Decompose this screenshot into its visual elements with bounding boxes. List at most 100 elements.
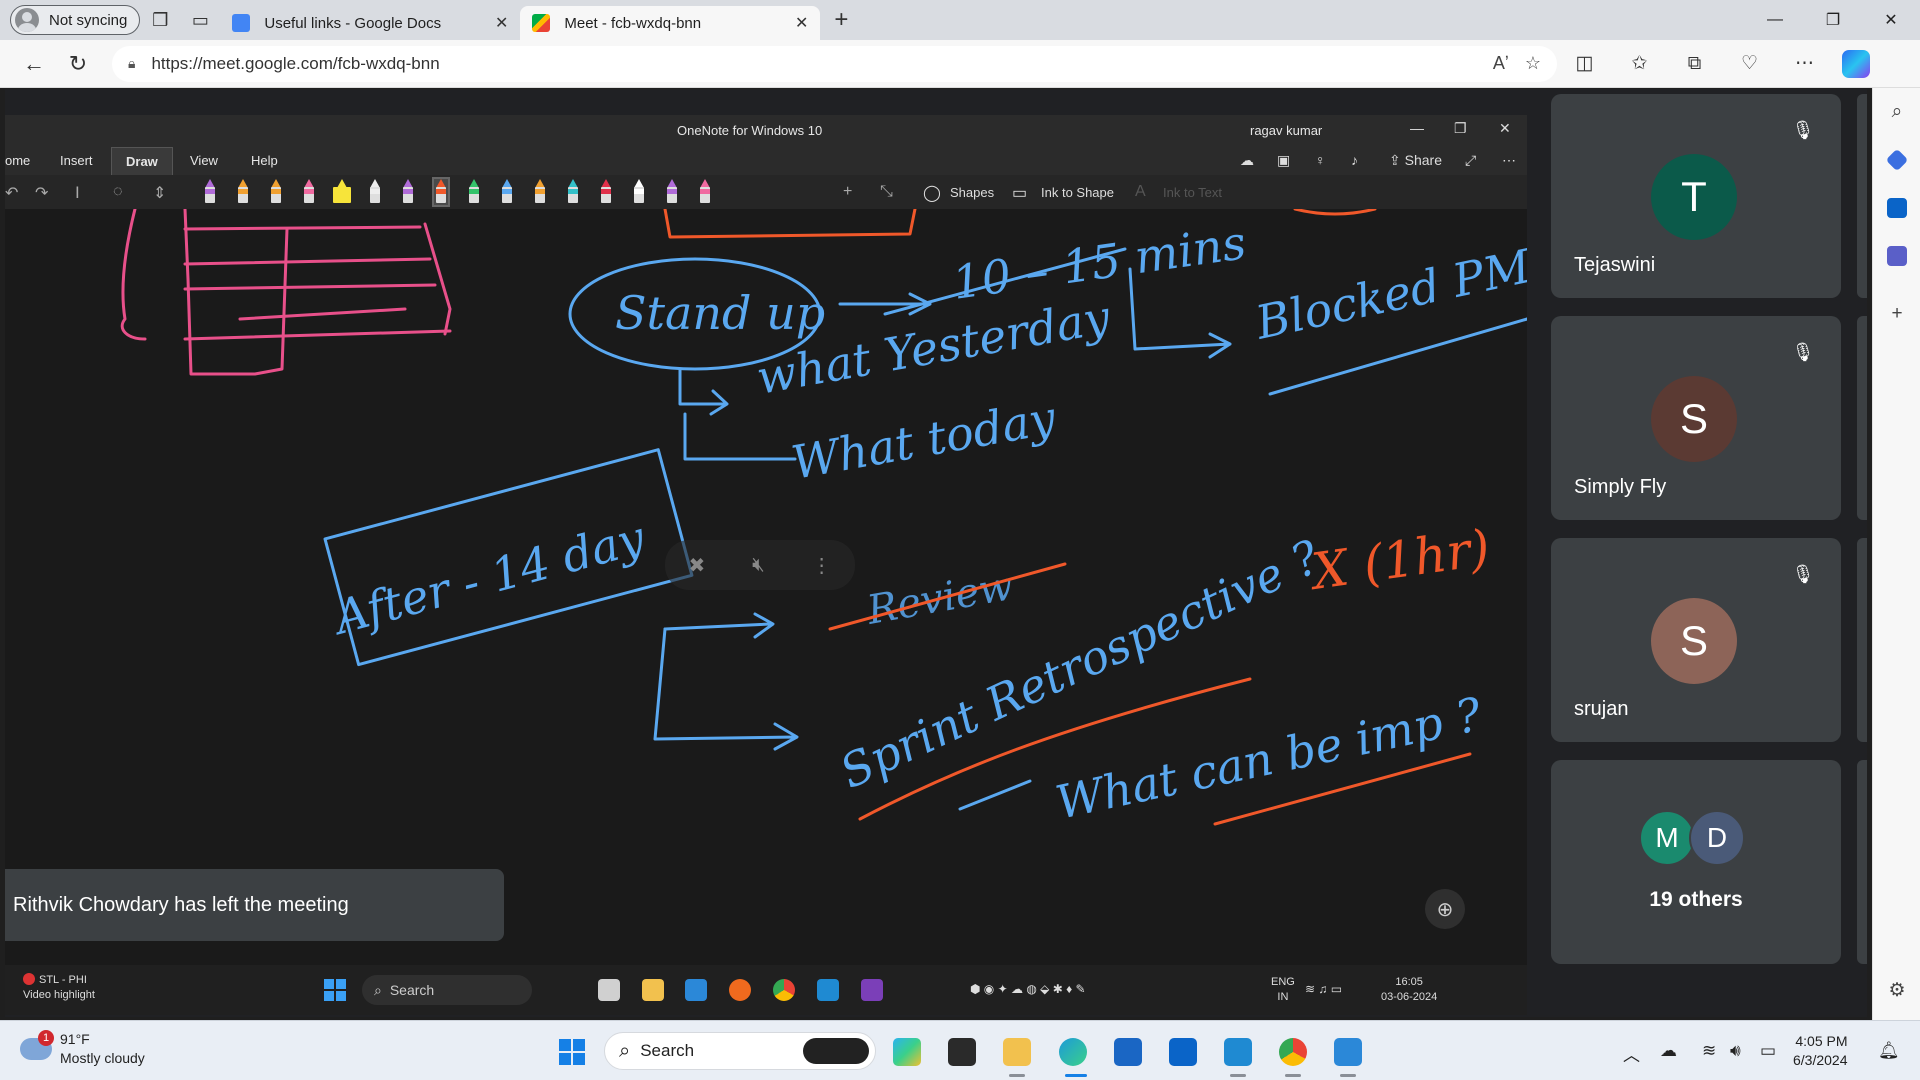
shared-weather-widget: STL - PHI Video highlight	[23, 973, 95, 1003]
store-icon[interactable]	[1114, 1038, 1142, 1066]
participant-tile[interactable]: 🎙︎ T Tejaswini	[1551, 94, 1841, 298]
sidebar-search-icon[interactable]: ⌕	[1873, 88, 1920, 136]
shared-screen-taskbar: STL - PHI Video highlight ⌕ Search ⬢ ◉ ✦…	[5, 965, 1527, 1015]
remote-desktop-icon[interactable]	[1334, 1038, 1362, 1066]
task-view-icon[interactable]	[948, 1038, 976, 1066]
favorites-icon[interactable]: ✩	[1612, 52, 1667, 75]
onenote-user: ragav kumar	[1250, 123, 1323, 138]
close-tab-icon[interactable]: ✕	[495, 13, 508, 33]
lasso-icon: ◌	[113, 183, 123, 200]
notification-bell-icon[interactable]: 🔔︎	[1878, 1041, 1900, 1061]
shared-start-icon	[324, 979, 346, 1001]
cloud-icon: 1	[20, 1030, 54, 1060]
temperature: 91°F	[60, 1031, 90, 1047]
outlook-icon[interactable]	[1169, 1038, 1197, 1066]
shared-search-label: Search	[389, 982, 435, 998]
note-what-today: What today	[788, 390, 1061, 490]
volume-icon[interactable]: 🔊︎	[1730, 1041, 1741, 1061]
edge-sidebar: ⌕ + ⚙	[1872, 88, 1920, 1020]
onedrive-icon[interactable]: ☁	[1660, 1041, 1677, 1061]
meet-stage: OneNote for Windows 10 ragav kumar — ❐ ✕…	[5, 89, 1867, 1017]
menu-view: View	[190, 153, 218, 168]
start-icon[interactable]	[559, 1039, 585, 1065]
participant-tile[interactable]: 🎙︎ S srujan	[1551, 538, 1841, 742]
vscode-icon[interactable]	[1224, 1038, 1252, 1066]
favorite-star-icon[interactable]: ☆	[1525, 53, 1541, 74]
outlook-icon[interactable]	[1873, 184, 1920, 232]
lock-icon[interactable]: 🔒︎	[128, 55, 135, 72]
menu-help: Help	[251, 153, 278, 168]
profile-button[interactable]: Not syncing	[10, 5, 141, 35]
collections-icon[interactable]: ⧉	[1667, 53, 1722, 75]
onenote-menu-bar: ome Insert Draw View Help ☁ ▣ ♀ ♪ ⇪ Shar…	[5, 145, 1527, 178]
back-icon[interactable]: ←	[12, 46, 56, 82]
pin-off-icon[interactable]: ✖	[688, 553, 705, 578]
bell-icon: ♪	[1351, 152, 1358, 168]
url-text[interactable]: https://meet.google.com/fcb-wxdq-bnn	[151, 54, 439, 74]
minimize-icon[interactable]: —	[1746, 0, 1804, 40]
sidebar-settings-icon[interactable]: ⚙	[1873, 966, 1920, 1014]
profile-avatar-icon	[15, 8, 39, 32]
tab-meet[interactable]: Meet - fcb-wxdq-bnn ✕	[520, 6, 821, 40]
onenote-app-title: OneNote for Windows 10	[677, 123, 823, 138]
onenote-icon	[861, 979, 883, 1001]
address-bar[interactable]: 🔒︎ https://meet.google.com/fcb-wxdq-bnn …	[112, 45, 1557, 82]
others-tile[interactable]: M D 19 others	[1551, 760, 1841, 964]
split-screen-icon[interactable]: ◫	[1557, 52, 1612, 75]
onenote-more-icon: ⋯	[1502, 152, 1516, 168]
more-options-icon[interactable]: ⋮	[812, 553, 832, 578]
pen-tool	[302, 179, 316, 205]
browser-essentials-icon[interactable]: ♡	[1722, 52, 1777, 75]
mute-icon[interactable]: 🔇︎	[752, 554, 765, 577]
chrome-icon[interactable]	[1279, 1038, 1307, 1066]
search-icon: ⌕	[619, 1039, 631, 1062]
copilot-icon[interactable]	[1842, 49, 1870, 78]
read-aloud-icon[interactable]: Aʼ	[1493, 53, 1509, 74]
more-menu-icon[interactable]: ⋯	[1777, 52, 1832, 75]
tab-actions-icon[interactable]: ▭	[180, 4, 220, 36]
lang-top: ENG	[1271, 976, 1295, 988]
pen-tool	[665, 179, 679, 205]
restore-icon[interactable]: ❐	[1804, 0, 1862, 40]
wifi-icon[interactable]: ≋	[1702, 1041, 1716, 1061]
close-tab-icon[interactable]: ✕	[795, 13, 808, 33]
mic-off-icon: 🎙︎	[1785, 112, 1821, 148]
workspaces-icon[interactable]: ❒	[140, 4, 180, 36]
copilot-taskbar-icon[interactable]	[893, 1038, 921, 1066]
lang-bottom: IN	[1277, 991, 1289, 1003]
sidebar-copilot-icon[interactable]	[1873, 136, 1920, 184]
tile-edge	[1857, 538, 1867, 742]
tab-google-docs[interactable]: Useful links - Google Docs ✕	[220, 6, 520, 40]
edge-icon[interactable]	[1059, 1038, 1087, 1066]
battery-icon[interactable]: ▭	[1760, 1041, 1776, 1061]
ink-to-shape-label: Ink to Shape	[1041, 185, 1114, 200]
pen-tool	[368, 179, 382, 205]
taskbar-search[interactable]: ⌕ Search	[604, 1032, 876, 1070]
participant-name: Simply Fly	[1574, 476, 1667, 498]
chevron-up-icon[interactable]: ︿	[1623, 1041, 1640, 1066]
clock-date: 6/3/2024	[1793, 1052, 1848, 1068]
sidebar-add-icon[interactable]: +	[1873, 290, 1920, 338]
weather-widget[interactable]: 1 91°F Mostly cloudy	[20, 1030, 145, 1068]
participant-tile[interactable]: 🎙︎ S Simply Fly	[1551, 316, 1841, 520]
navigation-bar: ← ↻ 🔒︎ https://meet.google.com/fcb-wxdq-…	[0, 40, 1920, 88]
teams-icon[interactable]	[1873, 232, 1920, 280]
refresh-icon[interactable]: ↻	[56, 46, 100, 82]
pen-tool	[269, 179, 283, 205]
sync-icon: ☁	[1240, 152, 1254, 168]
google-meet-icon	[532, 14, 551, 32]
system-clock[interactable]: 4:05 PM 6/3/2024	[1793, 1032, 1848, 1070]
close-window-icon[interactable]: ✕	[1862, 0, 1920, 40]
zoom-in-icon[interactable]: ⊕	[1425, 889, 1465, 929]
type-tool-icon: Ⅰ	[75, 185, 80, 202]
others-avatars: M D	[1639, 810, 1745, 866]
menu-insert: Insert	[60, 153, 93, 168]
mic-off-icon: 🎙︎	[1785, 334, 1821, 370]
note-stand-up: Stand up	[615, 286, 825, 340]
google-docs-icon	[232, 14, 251, 32]
avatar: S	[1651, 376, 1737, 462]
ink-to-text-label: Ink to Text	[1163, 185, 1223, 200]
shapes-label: Shapes	[950, 185, 995, 200]
new-tab-button[interactable]: +	[834, 6, 848, 34]
file-explorer-icon[interactable]	[1003, 1038, 1031, 1066]
